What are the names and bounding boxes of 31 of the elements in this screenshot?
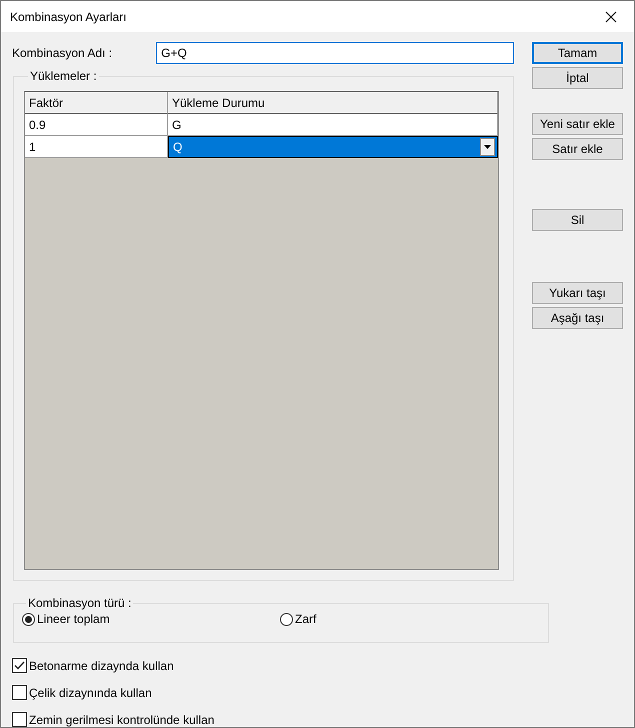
- checkbox[interactable]: [12, 685, 27, 700]
- group-legend: Kombinasyon türü :: [26, 596, 134, 610]
- checkbox[interactable]: [12, 712, 27, 727]
- checkbox-label: Çelik dizaynında kullan: [29, 686, 152, 700]
- table-cell[interactable]: 1: [25, 136, 168, 158]
- window-title: Kombinasyon Ayarları: [10, 10, 127, 24]
- close-icon[interactable]: [605, 10, 617, 22]
- dropdown-button[interactable]: [480, 138, 495, 156]
- name-input-field[interactable]: G+Q: [156, 42, 514, 64]
- radio-button[interactable]: [22, 612, 35, 626]
- checkbox[interactable]: [12, 658, 27, 673]
- checkbox-label: Betonarme dizaynda kullan: [29, 658, 174, 672]
- dialog-button[interactable]: Sil: [532, 209, 623, 231]
- radio-button[interactable]: [280, 612, 293, 626]
- radio-label: Zarf: [295, 612, 316, 626]
- dialog-button[interactable]: Tamam: [532, 42, 623, 64]
- checkbox-label: Zemin gerilmesi kontrolünde kullan: [29, 712, 214, 726]
- name-label: Kombinasyon Adı :: [11, 46, 114, 60]
- radio-label: Lineer toplam: [37, 612, 110, 626]
- dialog-button[interactable]: Yukarı taşı: [532, 282, 623, 304]
- dialog-button[interactable]: Yeni satır ekle: [532, 113, 623, 135]
- dialog-button[interactable]: Aşağı taşı: [532, 307, 623, 329]
- column-header[interactable]: Faktör: [25, 92, 168, 114]
- table-cell[interactable]: Q: [168, 136, 498, 158]
- table-cell[interactable]: 0.9: [25, 114, 168, 136]
- table-cell[interactable]: G: [168, 114, 498, 136]
- dialog-button[interactable]: İptal: [532, 67, 623, 89]
- dialog-button[interactable]: Satır ekle: [532, 138, 623, 160]
- column-header[interactable]: Yükleme Durumu: [168, 92, 498, 114]
- caret-icon: [484, 145, 491, 149]
- group-legend: Yüklemeler :: [28, 69, 99, 83]
